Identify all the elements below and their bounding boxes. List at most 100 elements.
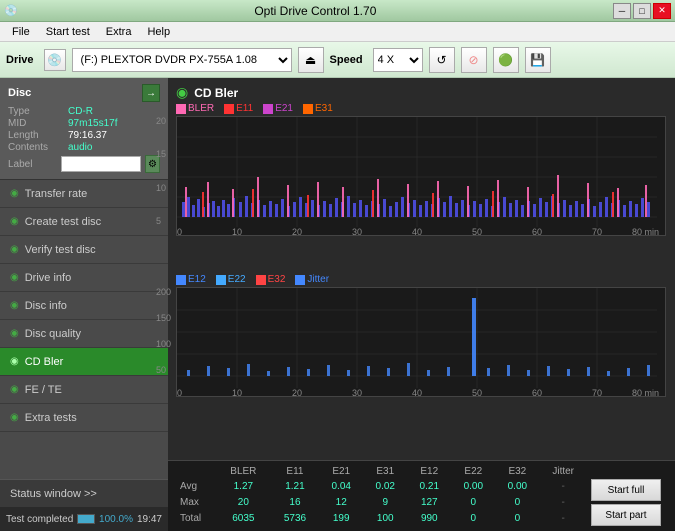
row-total-jitter: - [539, 511, 587, 527]
length-label: Length [8, 130, 68, 141]
progress-bar-inner [78, 515, 94, 523]
row-avg-bler: 1.27 [216, 478, 271, 494]
svg-text:20: 20 [292, 227, 302, 236]
col-header-e21: E21 [319, 465, 363, 478]
legend-bler: BLER [176, 103, 214, 114]
row-total-e31: 100 [363, 511, 407, 527]
verify-test-disc-label: Verify test disc [25, 244, 96, 256]
content-area: ◉ CD Bler BLER E11 E21 E31 [168, 78, 675, 531]
menu-extra[interactable]: Extra [98, 24, 140, 40]
chart2-area: E12 E22 E32 Jitter [168, 270, 675, 460]
legend-e21: E21 [263, 103, 293, 114]
cd-bler-icon: ◉ [10, 356, 19, 367]
maximize-button[interactable]: □ [633, 3, 651, 19]
row-max-e12: 127 [407, 494, 451, 510]
drive-info-icon: ◉ [10, 272, 19, 283]
disc-arrow-button[interactable]: → [142, 84, 160, 102]
sidebar-item-cd-bler[interactable]: ◉ CD Bler [0, 348, 168, 376]
mid-label: MID [8, 118, 68, 129]
drive-icon-btn: 💿 [44, 49, 66, 71]
svg-text:10: 10 [232, 388, 242, 397]
legend-e31: E31 [303, 103, 333, 114]
green-button[interactable]: 🟢 [493, 47, 519, 73]
legend-jitter: Jitter [295, 274, 329, 285]
eject-button[interactable]: ⏏ [298, 47, 324, 73]
menu-help[interactable]: Help [139, 24, 178, 40]
row-total-e22: 0 [451, 511, 495, 527]
row-total-e12: 990 [407, 511, 451, 527]
start-full-button[interactable]: Start full [591, 479, 661, 501]
row-max-bler: 20 [216, 494, 271, 510]
length-value: 79:16.37 [68, 130, 107, 141]
close-button[interactable]: ✕ [653, 3, 671, 19]
eraser-button[interactable]: ⊘ [461, 47, 487, 73]
chart1-wrap: 0 10 20 30 40 50 60 70 80 min 48 X 40 X … [176, 116, 667, 239]
sidebar-item-create-test-disc[interactable]: ◉ Create test disc [0, 208, 168, 236]
progress-pct: 100.0% [99, 514, 133, 525]
drive-select[interactable]: (F:) PLEXTOR DVDR PX-755A 1.08 [72, 48, 292, 72]
start-part-button[interactable]: Start part [591, 504, 661, 526]
row-avg-e32: 0.00 [495, 478, 539, 494]
chart1-title: CD Bler [194, 86, 238, 100]
sidebar-footer: Status window >> Test completed 100.0% 1… [0, 479, 168, 531]
chart1-y-left: 20 15 10 5 [156, 116, 166, 226]
svg-text:60: 60 [532, 388, 542, 397]
sidebar-item-disc-info[interactable]: ◉ Disc info [0, 292, 168, 320]
sidebar-item-extra-tests[interactable]: ◉ Extra tests [0, 404, 168, 432]
sidebar-item-verify-test-disc[interactable]: ◉ Verify test disc [0, 236, 168, 264]
fe-te-icon: ◉ [10, 384, 19, 395]
sidebar-item-disc-quality[interactable]: ◉ Disc quality [0, 320, 168, 348]
svg-text:20: 20 [292, 388, 302, 397]
row-avg-e21: 0.04 [319, 478, 363, 494]
status-window-button[interactable]: Status window >> [0, 479, 168, 507]
svg-text:30: 30 [352, 388, 362, 397]
label-input[interactable] [61, 156, 141, 172]
transfer-rate-icon: ◉ [10, 188, 19, 199]
progress-time: 19:47 [137, 514, 162, 525]
extra-tests-icon: ◉ [10, 412, 19, 423]
sidebar: Disc → Type CD-R MID 97m15s17f Length 79… [0, 78, 168, 531]
menu-file[interactable]: File [4, 24, 38, 40]
save-button[interactable]: 💾 [525, 47, 551, 73]
row-avg-jitter: - [539, 478, 587, 494]
chart2-svg: 0 10 20 30 40 50 60 70 80 min [176, 287, 666, 397]
col-header-e31: E31 [363, 465, 407, 478]
row-total-bler: 6035 [216, 511, 271, 527]
status-window-label: Status window >> [10, 488, 97, 500]
svg-text:70: 70 [592, 388, 602, 397]
col-header-e22: E22 [451, 465, 495, 478]
disc-header: Disc → [8, 84, 160, 102]
menu-start-test[interactable]: Start test [38, 24, 98, 40]
row-avg-label: Avg [176, 478, 216, 494]
drive-info-label: Drive info [25, 272, 71, 284]
row-total-e21: 199 [319, 511, 363, 527]
row-max-e32: 0 [495, 494, 539, 510]
sidebar-item-drive-info[interactable]: ◉ Drive info [0, 264, 168, 292]
create-test-disc-label: Create test disc [25, 216, 101, 228]
chart1-svg: 0 10 20 30 40 50 60 70 80 min [176, 116, 666, 236]
extra-tests-label: Extra tests [25, 412, 77, 424]
start-full-cell: Start full Start part [587, 478, 667, 527]
svg-text:0: 0 [177, 388, 182, 397]
speed-select[interactable]: 4 X 8 X Max [373, 48, 423, 72]
row-avg-e12: 0.21 [407, 478, 451, 494]
row-max-e31: 9 [363, 494, 407, 510]
row-total-e11: 5736 [271, 511, 320, 527]
row-max-e21: 12 [319, 494, 363, 510]
row-total-label: Total [176, 511, 216, 527]
transfer-rate-label: Transfer rate [25, 188, 88, 200]
speed-refresh-button[interactable]: ↺ [429, 47, 455, 73]
minimize-button[interactable]: ─ [613, 3, 631, 19]
row-max-label: Max [176, 494, 216, 510]
svg-text:0: 0 [177, 227, 182, 236]
type-label: Type [8, 106, 68, 117]
stats-area: BLER E11 E21 E31 E12 E22 E32 Jitter Avg [168, 460, 675, 531]
test-completed-text: Test completed [6, 514, 73, 525]
disc-quality-label: Disc quality [25, 328, 81, 340]
row-avg-e11: 1.21 [271, 478, 320, 494]
sidebar-item-transfer-rate[interactable]: ◉ Transfer rate [0, 180, 168, 208]
row-max-e11: 16 [271, 494, 320, 510]
disc-title: Disc [8, 87, 31, 99]
sidebar-item-fe-te[interactable]: ◉ FE / TE [0, 376, 168, 404]
row-avg-e22: 0.00 [451, 478, 495, 494]
